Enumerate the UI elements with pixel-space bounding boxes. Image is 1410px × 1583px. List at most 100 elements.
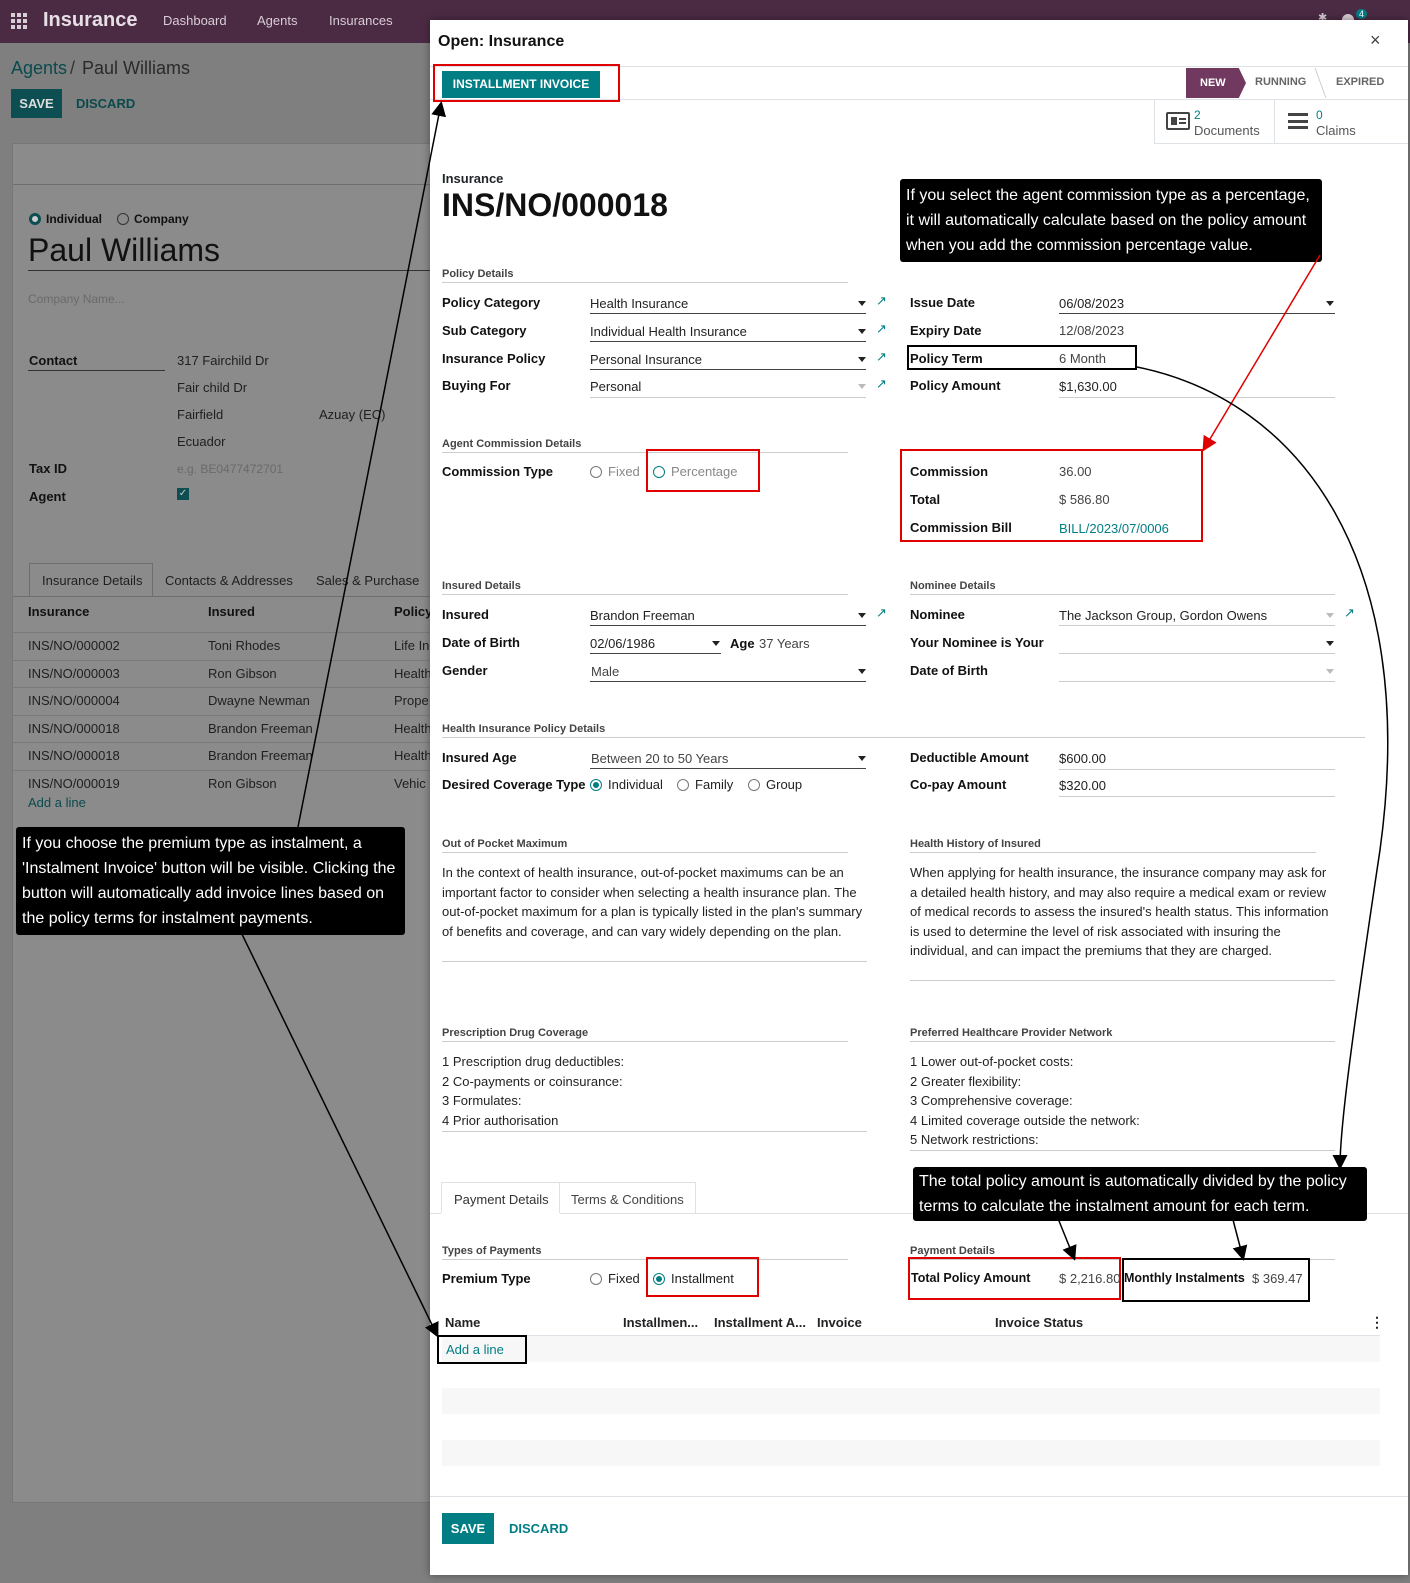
insurance-label: Insurance (442, 171, 504, 186)
bg-street1[interactable]: 317 Fairchild Dr (177, 353, 269, 368)
insured-age-select[interactable]: Between 20 to 50 Years (591, 751, 728, 766)
bg-contact-select[interactable]: Contact (29, 353, 77, 368)
bg-table-cell: Dwayne Newman (208, 693, 310, 709)
network-text[interactable]: 1 Lower out-of-pocket costs: 2 Greater fl… (910, 1052, 1335, 1150)
bg-table-row[interactable]: INS/NO/000002 Toni Rhodes Life In (13, 632, 433, 659)
bg-country[interactable]: Ecuador (177, 434, 225, 449)
insurance-policy-field[interactable]: Personal Insurance (590, 352, 702, 367)
bg-add-line[interactable]: Add a line (28, 795, 86, 810)
claims-smart-button[interactable]: 0 Claims (1276, 102, 1396, 142)
bg-company-name-input[interactable]: Company Name... (28, 292, 125, 306)
oop-text[interactable]: In the context of health insurance, out-… (442, 863, 867, 941)
bg-table-row[interactable]: INS/NO/000003 Ron Gibson Health (13, 659, 433, 687)
documents-smart-button[interactable]: 2 Documents (1156, 102, 1274, 142)
bg-state[interactable]: Azuay (EC) (319, 407, 385, 422)
bg-table-cell: Brandon Freeman (208, 720, 313, 736)
coverage-individual-radio[interactable] (590, 779, 602, 791)
th-name[interactable]: Name (445, 1315, 480, 1330)
bg-tax-input[interactable]: e.g. BE0477472701 (177, 462, 283, 476)
nominee-details-title: Nominee Details (910, 580, 996, 592)
breadcrumb-parent[interactable]: Agents (11, 58, 67, 79)
gender-select[interactable]: Male (591, 664, 619, 679)
nav-agents[interactable]: Agents (257, 13, 297, 28)
commission-fixed-radio[interactable] (590, 466, 602, 478)
bg-agent-checkbox[interactable]: ✓ (177, 488, 189, 500)
drug-coverage-title: Prescription Drug Coverage (442, 1027, 589, 1039)
policy-category-field[interactable]: Health Insurance (590, 296, 688, 311)
breadcrumb-current: Paul Williams (82, 58, 191, 78)
buying-for-field[interactable]: Personal (590, 379, 641, 394)
bg-street2[interactable]: Fair child Dr (177, 380, 247, 395)
documents-count: 2 (1194, 108, 1201, 122)
external-link-icon[interactable]: ↗ (876, 322, 889, 335)
gender-label: Gender (442, 663, 488, 678)
bg-partner-name[interactable]: Paul Williams (28, 232, 220, 269)
bg-table-cell: Health (394, 665, 432, 681)
th-invoice[interactable]: Invoice (817, 1315, 862, 1330)
bg-table-row[interactable]: INS/NO/000018 Brandon Freeman Health (13, 714, 433, 742)
discard-button[interactable]: DISCARD (509, 1521, 568, 1536)
sub-category-field[interactable]: Individual Health Insurance (590, 324, 747, 339)
bg-table-cell: Toni Rhodes (208, 638, 281, 653)
bg-table-cell: Health (394, 748, 432, 764)
expiry-date-label: Expiry Date (910, 323, 982, 338)
bg-th-insured[interactable]: Insured (208, 604, 255, 619)
apps-menu-icon[interactable] (11, 13, 27, 29)
bg-tab-sales[interactable]: Sales & Purchase (316, 573, 419, 588)
bg-th-policy[interactable]: Policy (394, 604, 432, 619)
tab-payment-details[interactable]: Payment Details (441, 1182, 560, 1214)
nav-dashboard[interactable]: Dashboard (163, 13, 227, 28)
coverage-family-radio[interactable] (677, 779, 689, 791)
external-link-icon[interactable]: ↗ (876, 606, 889, 619)
highlight-installment-button (433, 64, 620, 102)
bg-tab-insurance-details[interactable]: Insurance Details (29, 563, 153, 596)
optional-columns-icon[interactable]: ⋮ (1370, 1314, 1384, 1331)
external-link-icon[interactable]: ↗ (876, 350, 889, 363)
th-installment-date[interactable]: Installmen... (623, 1315, 698, 1330)
history-text[interactable]: When applying for health insurance, the … (910, 863, 1335, 961)
insurance-reference: INS/NO/000018 (442, 187, 668, 223)
status-expired[interactable]: EXPIRED (1336, 76, 1384, 88)
tab-terms-conditions[interactable]: Terms & Conditions (560, 1182, 696, 1214)
claims-count: 0 (1316, 108, 1323, 122)
drug-coverage-text[interactable]: 1 Prescription drug deductibles: 2 Co-pay… (442, 1052, 867, 1130)
save-button[interactable]: SAVE (442, 1513, 494, 1544)
dob-field[interactable]: 02/06/1986 (590, 636, 655, 651)
deductible-field[interactable]: $600.00 (1059, 751, 1106, 766)
policy-amount-field[interactable]: $1,630.00 (1059, 379, 1117, 394)
nominee-relation-select[interactable] (1059, 632, 1319, 652)
external-link-icon[interactable]: ↗ (876, 377, 889, 390)
th-installment-amount[interactable]: Installment A... (714, 1315, 806, 1330)
nominee-dob-field[interactable] (1059, 660, 1319, 680)
highlight-installment-radio (646, 1257, 759, 1297)
nav-insurances[interactable]: Insurances (329, 13, 393, 28)
health-policy-title: Health Insurance Policy Details (442, 723, 606, 735)
notification-badge: 4 (1356, 9, 1368, 19)
coverage-family-label: Family (695, 777, 734, 792)
bg-tab-contacts[interactable]: Contacts & Addresses (165, 573, 293, 588)
coverage-group-radio[interactable] (748, 779, 760, 791)
premium-fixed-radio[interactable] (590, 1273, 602, 1285)
bg-city[interactable]: Fairfield (177, 407, 223, 422)
copay-field[interactable]: $320.00 (1059, 778, 1106, 793)
external-link-icon[interactable]: ↗ (876, 294, 889, 307)
insured-field[interactable]: Brandon Freeman (590, 608, 695, 623)
bg-save-button[interactable]: SAVE (11, 89, 62, 118)
status-running[interactable]: RUNNING (1255, 76, 1306, 88)
status-new[interactable]: NEW (1186, 68, 1246, 98)
bg-table-row[interactable]: INS/NO/000004 Dwayne Newman Prope (13, 687, 433, 714)
nominee-field[interactable]: The Jackson Group, Gordon Owens (1059, 608, 1267, 623)
bg-radio-company[interactable] (117, 213, 129, 225)
bg-table-row[interactable]: INS/NO/000018 Brandon Freeman Health (13, 742, 433, 769)
bg-discard-button[interactable]: DISCARD (76, 96, 135, 111)
bg-table-row[interactable]: INS/NO/000019 Ron Gibson Vehic (13, 770, 433, 797)
bg-th-insurance[interactable]: Insurance (28, 604, 89, 619)
issue-date-field[interactable]: 06/08/2023 (1059, 296, 1124, 311)
external-link-icon[interactable]: ↗ (1344, 606, 1357, 619)
bg-radio-individual[interactable] (29, 213, 41, 225)
close-icon[interactable]: × (1370, 30, 1381, 51)
highlight-total-policy-amount (908, 1257, 1121, 1300)
th-invoice-status[interactable]: Invoice Status (995, 1315, 1083, 1330)
bg-table-cell: INS/NO/000018 (28, 748, 120, 764)
app-title[interactable]: Insurance (43, 9, 137, 32)
